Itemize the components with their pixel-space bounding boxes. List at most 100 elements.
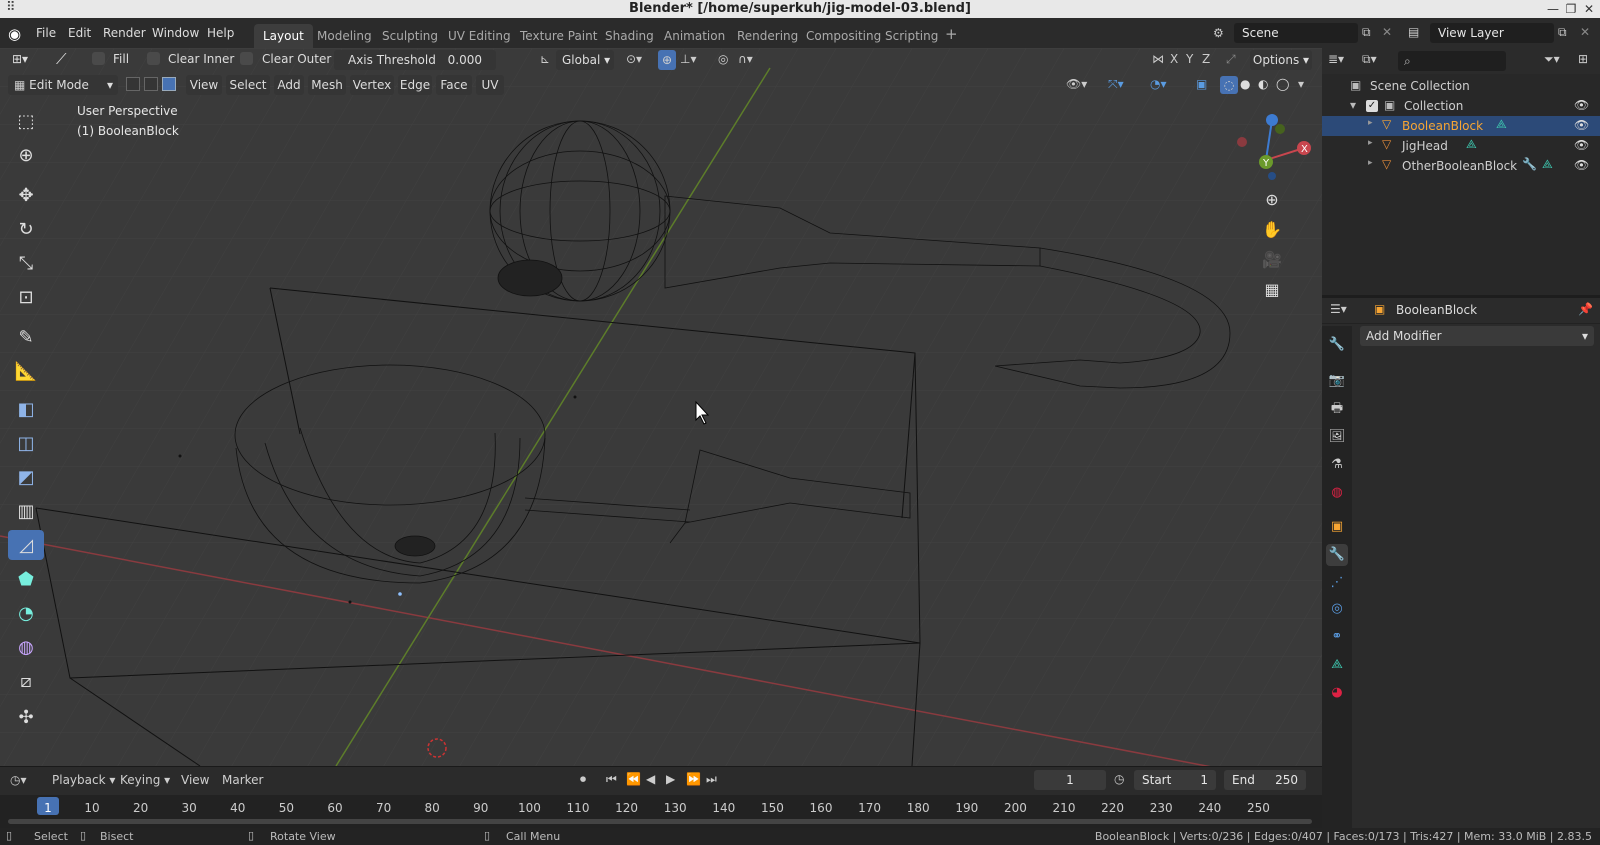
tab-modeling[interactable]: Modeling xyxy=(308,24,381,48)
viewport-menu-uv[interactable]: UV xyxy=(476,75,504,95)
tab-rendering[interactable]: Rendering xyxy=(728,24,807,48)
mirror-z-toggle[interactable]: Z xyxy=(1202,52,1210,66)
vertex-select-icon[interactable] xyxy=(126,77,140,91)
annotate-tool-icon[interactable]: ✎ xyxy=(8,322,44,352)
menu-window[interactable]: Window xyxy=(152,26,199,40)
knife-bisect-tool-icon[interactable]: ◿ xyxy=(8,530,44,560)
snap-toggle-icon[interactable]: ⊕ xyxy=(658,50,676,70)
pin-icon[interactable]: 📌 xyxy=(1578,302,1593,316)
scale-tool-icon[interactable]: ⤡ xyxy=(8,248,44,278)
options-dropdown[interactable]: Options ▾ xyxy=(1250,50,1312,70)
expand-arrow-icon[interactable]: ▸ xyxy=(1368,118,1373,128)
viewport-menu-select[interactable]: Select xyxy=(226,75,270,95)
gizmo-icon[interactable]: ⤧▾ xyxy=(1108,77,1124,92)
scene-icon[interactable]: ⚙ xyxy=(1213,26,1224,40)
data-tab-icon[interactable]: ⟁ xyxy=(1326,654,1348,676)
menu-edit[interactable]: Edit xyxy=(68,26,91,40)
outliner-scene-collection[interactable]: ▣ Scene Collection xyxy=(1322,76,1600,96)
timeline-menu-view[interactable]: View xyxy=(181,773,209,787)
menu-file[interactable]: File xyxy=(36,26,56,40)
viewport-menu-add[interactable]: Add xyxy=(274,75,304,95)
mesh-data-icon[interactable]: ⟁ xyxy=(1496,117,1507,132)
modifier-wrench-icon[interactable]: 🔧 xyxy=(1522,157,1537,171)
viewport-menu-view[interactable]: View xyxy=(186,75,222,95)
render-tab-icon[interactable]: 📷 xyxy=(1326,370,1348,392)
clear-outer-checkbox[interactable] xyxy=(240,52,253,65)
axis-threshold-field[interactable]: Axis Threshold 0.000 xyxy=(334,50,496,70)
transform-orientation-dropdown[interactable]: Global ▾ xyxy=(556,50,614,70)
mode-dropdown[interactable]: ▦ Edit Mode ▾ xyxy=(8,75,118,95)
particles-tab-icon[interactable]: ⋰ xyxy=(1326,572,1348,594)
outliner-search-input[interactable]: ⌕ xyxy=(1398,51,1506,71)
visibility-eye-icon[interactable]: 👁 xyxy=(1574,158,1589,172)
mirror-y-toggle[interactable]: Y xyxy=(1186,52,1193,66)
new-collection-icon[interactable]: ⊞ xyxy=(1578,52,1588,66)
visibility-eye-icon[interactable]: 👁 xyxy=(1574,118,1589,132)
preview-range-icon[interactable]: ◷ xyxy=(1114,772,1124,786)
mirror-x-toggle[interactable]: X xyxy=(1170,52,1178,66)
editor-type-icon[interactable]: ⊞▾ xyxy=(12,52,28,66)
delete-view-layer-icon[interactable]: ✕ xyxy=(1580,25,1590,39)
transform-tool-icon[interactable]: ⊡ xyxy=(8,282,44,312)
menu-help[interactable]: Help xyxy=(207,26,234,40)
constraints-tab-icon[interactable]: ⚭ xyxy=(1326,626,1348,648)
jump-end-icon[interactable]: ⏭ xyxy=(706,772,717,787)
scene-tab-icon[interactable]: ⚗ xyxy=(1326,454,1348,476)
end-frame-field[interactable]: End 250 xyxy=(1224,770,1306,790)
blender-logo-icon[interactable]: ◉ xyxy=(8,25,21,43)
outliner-item-booleanblock[interactable]: ▸ ▽ BooleanBlock ⟁ 👁 xyxy=(1322,116,1600,136)
outliner-editor-icon[interactable]: ≣▾ xyxy=(1328,52,1344,66)
visibility-icon[interactable]: 👁▾ xyxy=(1066,77,1087,91)
shading-options-icon[interactable]: ▾ xyxy=(1298,77,1304,91)
face-select-icon[interactable] xyxy=(162,77,176,91)
inset-tool-icon[interactable]: ◫ xyxy=(8,428,44,458)
next-keyframe-icon[interactable]: ⏩ xyxy=(686,772,701,786)
mesh-data-icon[interactable]: ⟁ xyxy=(1466,137,1477,152)
camera-view-icon[interactable]: 🎥 xyxy=(1258,246,1286,274)
viewport-menu-face[interactable]: Face xyxy=(436,75,472,95)
tab-scripting[interactable]: Scripting xyxy=(876,24,947,48)
outliner-collection[interactable]: ▾ ✓ ▣ Collection 👁 xyxy=(1322,96,1600,116)
3d-viewport[interactable]: ⊞▾ ⟋ Fill Clear Inner Clear Outer Axis T… xyxy=(0,48,1322,766)
zoom-icon[interactable]: ⊕ xyxy=(1258,186,1286,214)
fill-checkbox[interactable] xyxy=(92,52,105,65)
world-tab-icon[interactable]: ◍ xyxy=(1326,482,1348,504)
expand-arrow-icon[interactable]: ▸ xyxy=(1368,158,1373,168)
pivot-point-icon[interactable]: ⊙▾ xyxy=(626,52,642,66)
spin-tool-icon[interactable]: ◔ xyxy=(8,598,44,628)
record-icon[interactable]: ⏺ xyxy=(580,772,586,787)
ortho-toggle-icon[interactable]: ▦ xyxy=(1258,276,1286,304)
xray-icon[interactable]: ▣ xyxy=(1196,77,1207,91)
scene-field[interactable]: Scene xyxy=(1234,23,1358,43)
proportional-edit-icon[interactable]: ◎ xyxy=(718,52,728,66)
auto-merge-icon[interactable]: ⤢ xyxy=(1226,52,1236,67)
expand-arrow-icon[interactable]: ▾ xyxy=(1350,98,1356,112)
tool-tab-icon[interactable]: 🔧 xyxy=(1326,334,1348,356)
tab-uv-editing[interactable]: UV Editing xyxy=(439,24,520,48)
tab-layout[interactable]: Layout xyxy=(254,24,313,48)
clear-inner-checkbox[interactable] xyxy=(147,52,160,65)
new-scene-icon[interactable]: ⧉ xyxy=(1362,25,1371,40)
overlay-icon[interactable]: ◔▾ xyxy=(1150,77,1167,91)
maximize-icon[interactable]: ❐ xyxy=(1562,0,1580,18)
viewport-scene[interactable] xyxy=(0,48,1322,766)
tab-animation[interactable]: Animation xyxy=(655,24,734,48)
close-icon[interactable]: ✕ xyxy=(1580,0,1598,18)
prev-keyframe-icon[interactable]: ⏪ xyxy=(626,772,641,786)
edge-slide-tool-icon[interactable]: ⧄ xyxy=(8,666,44,696)
add-modifier-dropdown[interactable]: Add Modifier ▾ xyxy=(1360,326,1594,346)
start-frame-field[interactable]: Start 1 xyxy=(1134,770,1216,790)
select-box-tool-icon[interactable]: ⬚ xyxy=(8,106,44,136)
material-tab-icon[interactable]: ◕ xyxy=(1326,682,1348,704)
move-tool-icon[interactable]: ✥ xyxy=(8,180,44,210)
visibility-eye-icon[interactable]: 👁 xyxy=(1574,98,1589,112)
play-icon[interactable]: ▶ xyxy=(666,772,675,786)
display-mode-icon[interactable]: ⧉▾ xyxy=(1362,52,1377,67)
new-view-layer-icon[interactable]: ⧉ xyxy=(1558,25,1567,40)
extrude-tool-icon[interactable]: ◧ xyxy=(8,394,44,424)
poly-build-tool-icon[interactable]: ⬟ xyxy=(8,564,44,594)
minimize-icon[interactable]: — xyxy=(1544,0,1562,18)
wireframe-shading-icon[interactable]: ◌ xyxy=(1220,76,1238,94)
bisect-tool-icon[interactable]: ⟋ xyxy=(56,50,67,68)
view-layer-icon[interactable]: ▤ xyxy=(1408,25,1419,39)
